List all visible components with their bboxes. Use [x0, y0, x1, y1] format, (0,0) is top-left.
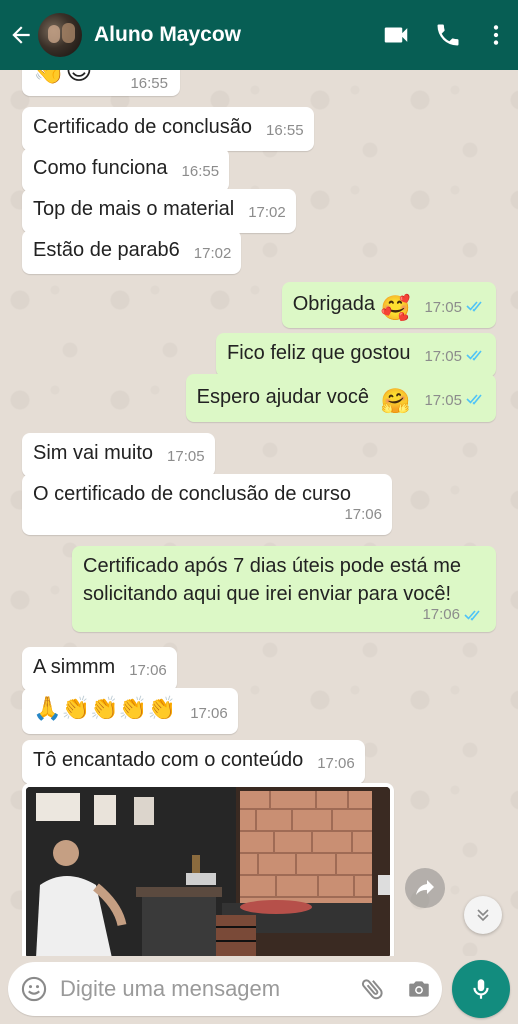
message-bubble[interactable]: Certificado de conclusão 16:55 [22, 107, 314, 151]
message-bubble[interactable]: Estão de parab6 17:02 [22, 230, 242, 274]
video-call-icon [384, 27, 408, 43]
message-text: A simmm [33, 656, 116, 678]
message-bubble[interactable]: Obrigada 🥰 17:05 [281, 282, 496, 328]
image-message[interactable] [22, 783, 394, 956]
message-time: 17:05 [424, 392, 462, 409]
message-time: 17:06 [190, 705, 228, 722]
message-bubble[interactable]: Tô encantado com o conteúdo 17:06 [22, 740, 365, 784]
voice-call-button[interactable] [422, 0, 474, 70]
forward-button[interactable] [405, 868, 445, 908]
message-text: Certificado após 7 dias úteis pode está … [83, 555, 461, 605]
message-bubble[interactable]: 🙏👏👏👏👏 17:06 [22, 688, 238, 734]
message-text: Fico feliz que gostou [227, 342, 411, 364]
message-bubble[interactable]: Top de mais o material 17:02 [22, 189, 296, 233]
paperclip-icon [361, 979, 383, 1000]
chat-header: Aluno Maycow [0, 0, 518, 70]
message-meta: 17:06 [83, 606, 484, 626]
message-time: 17:06 [344, 506, 382, 523]
forward-icon [416, 880, 434, 895]
message-text: Estão de parab6 [33, 239, 180, 261]
message-text: 👋😍 [33, 70, 93, 85]
emoji-button[interactable] [8, 975, 60, 1003]
message-bubble[interactable]: Espero ajudar você 🤗 17:05 [185, 374, 496, 422]
message-text: Espero ajudar você [196, 386, 369, 408]
message-bubble[interactable]: Como funciona 16:55 [22, 148, 230, 192]
double-chevron-down-icon [477, 909, 489, 922]
message-text: Tô encantado com o conteúdo [33, 749, 304, 771]
read-ticks-icon [464, 608, 484, 626]
message-bubble[interactable]: 👋😍 16:55 [22, 70, 180, 96]
attach-button[interactable] [350, 975, 396, 1003]
message-text: Obrigada [292, 293, 375, 315]
mic-icon [473, 979, 489, 999]
emoji-icon [21, 976, 47, 1002]
message-composer [8, 962, 442, 1016]
message-text: Certificado de conclusão [33, 116, 253, 138]
message-text: O certificado de conclusão de curso [33, 483, 351, 505]
message-bubble[interactable]: O certificado de conclusão de curso 17:0… [22, 474, 392, 535]
message-text: 🙏👏👏👏👏 [33, 695, 177, 721]
message-time: 16:55 [181, 163, 220, 180]
message-time: 17:02 [248, 204, 286, 221]
hugging-face-icon: 🤗 [380, 388, 411, 415]
read-ticks-icon [466, 341, 486, 369]
message-input[interactable] [60, 976, 350, 1002]
message-time: 17:02 [193, 245, 232, 262]
scroll-to-bottom-button[interactable] [464, 896, 502, 934]
message-time: 17:05 [424, 348, 462, 365]
photo-thumbnail[interactable] [26, 787, 390, 956]
smiling-face-hearts-icon: 🥰 [380, 295, 411, 322]
camera-icon [409, 981, 429, 997]
message-bubble[interactable]: Fico feliz que gostou 17:05 [216, 333, 496, 377]
avatar[interactable] [38, 13, 82, 57]
more-options-button[interactable] [474, 0, 518, 70]
back-button[interactable] [4, 0, 38, 70]
contact-name[interactable]: Aluno Maycow [94, 23, 370, 47]
voice-message-button[interactable] [452, 960, 510, 1018]
more-vert-icon [493, 25, 499, 45]
message-text: Sim vai muito [33, 442, 154, 464]
message-bubble[interactable]: Sim vai muito 17:05 [22, 433, 215, 477]
message-time: 16:55 [266, 122, 304, 139]
message-time: 16:55 [130, 75, 168, 92]
message-time: 17:06 [422, 606, 460, 623]
phone-icon [437, 24, 459, 46]
read-ticks-icon [466, 292, 486, 320]
message-text: Top de mais o material [33, 198, 235, 220]
camera-button[interactable] [396, 976, 442, 1002]
chat-area[interactable]: 👋😍 16:55 Certificado de conclusão 16:55 C… [0, 70, 518, 956]
message-time: 17:05 [424, 299, 462, 316]
message-bubble[interactable]: Certificado após 7 dias úteis pode está … [72, 546, 496, 632]
message-time: 17:06 [317, 755, 355, 772]
message-time: 17:06 [129, 662, 167, 679]
read-ticks-icon [466, 385, 486, 413]
message-bubble[interactable]: A simmm 17:06 [22, 647, 177, 691]
message-text: Como funciona [33, 157, 168, 179]
back-arrow-icon [12, 26, 30, 44]
message-time: 17:05 [167, 448, 205, 465]
video-call-button[interactable] [370, 0, 422, 70]
